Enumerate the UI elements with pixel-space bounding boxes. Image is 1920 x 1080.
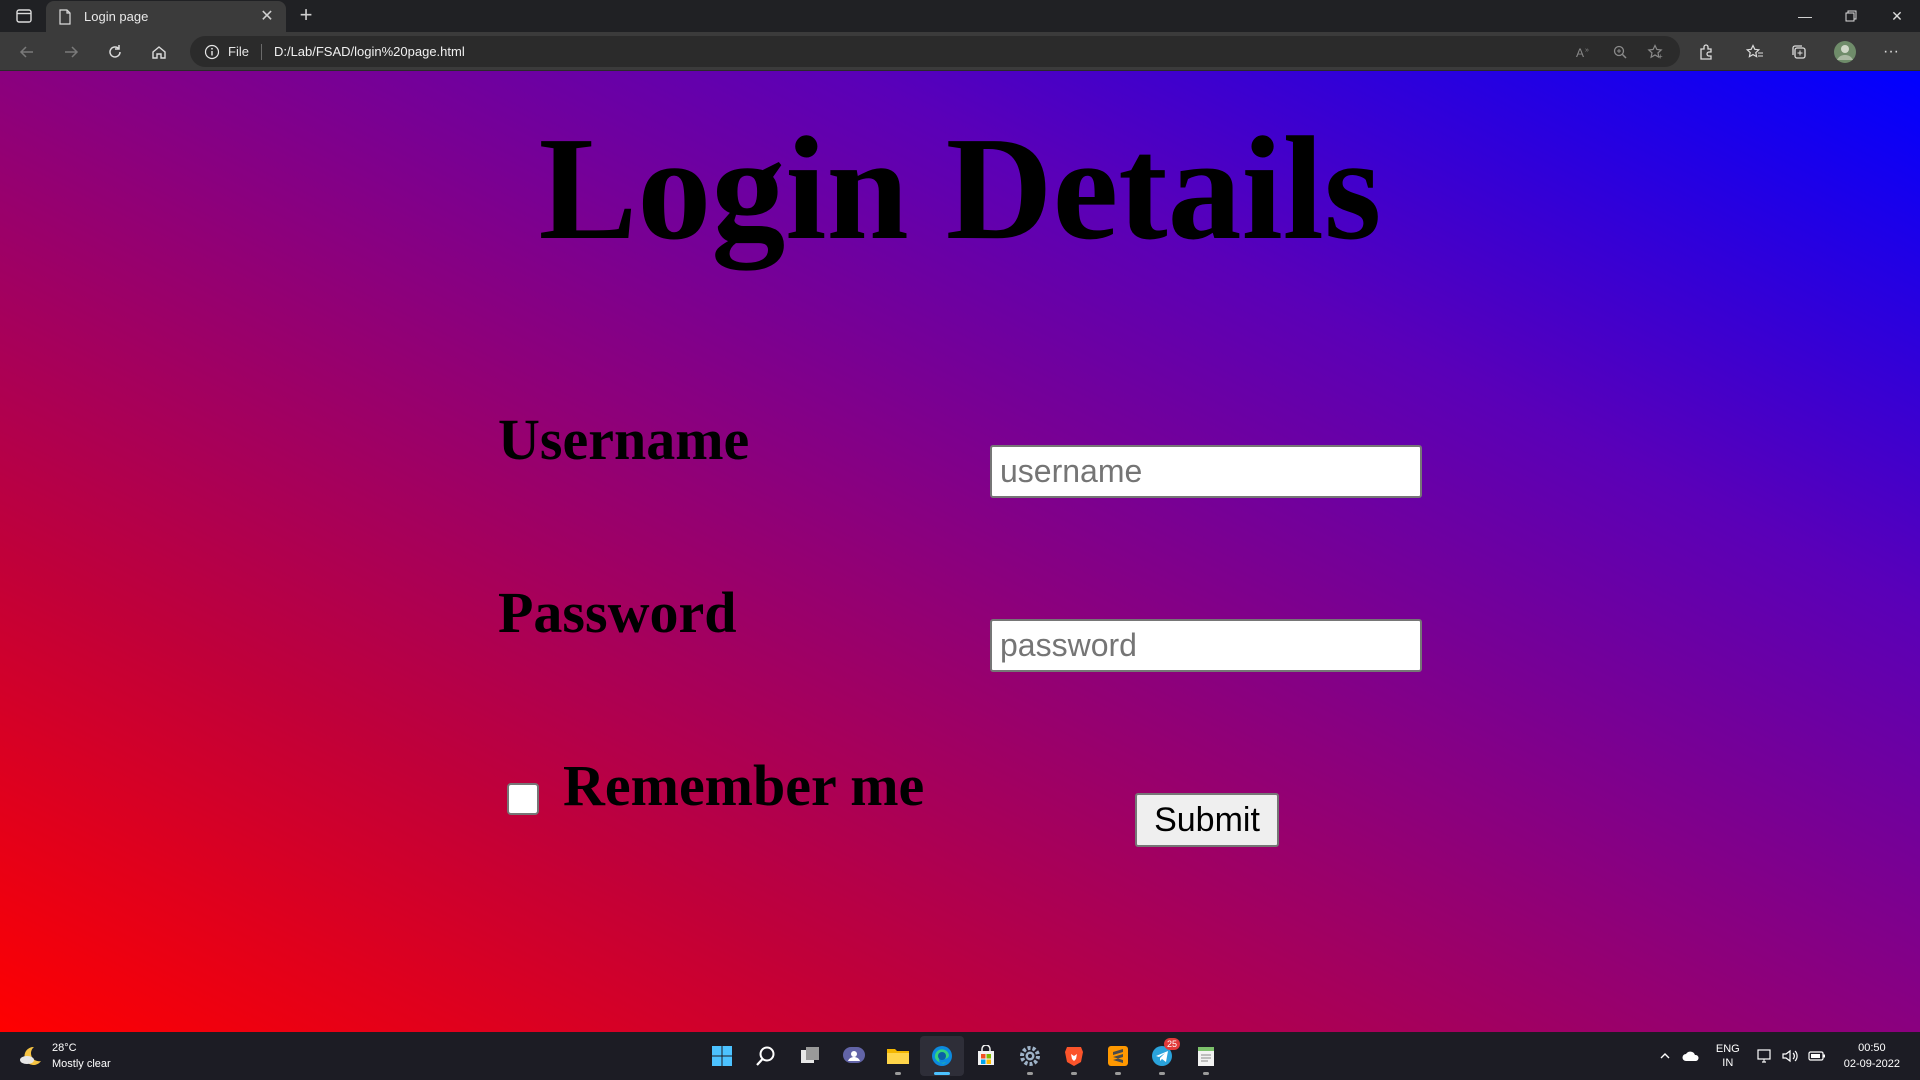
tab-actions-icon[interactable]: [10, 6, 38, 26]
notepad-icon[interactable]: [1184, 1036, 1228, 1076]
home-icon[interactable]: [146, 39, 172, 65]
page-viewport: Login Details Username Password Remember…: [0, 71, 1920, 1032]
language-indicator[interactable]: ENG IN: [1716, 1042, 1740, 1070]
read-aloud-icon[interactable]: A»: [1570, 36, 1598, 67]
browser-titlebar: Login page ✕ + — ✕: [0, 0, 1920, 32]
username-label: Username: [498, 407, 750, 472]
new-tab-icon[interactable]: +: [294, 4, 318, 28]
telegram-badge: 25: [1163, 1038, 1180, 1050]
zoom-icon[interactable]: [1606, 36, 1634, 67]
running-indicator: [1159, 1072, 1165, 1075]
volume-icon[interactable]: [1780, 1045, 1802, 1067]
onedrive-cloud-icon[interactable]: [1680, 1045, 1702, 1067]
browser-toolbar: File D:/Lab/FSAD/login%20page.html A» + …: [0, 32, 1920, 71]
search-icon[interactable]: [744, 1036, 788, 1076]
clock-time: 00:50: [1858, 1042, 1886, 1054]
running-indicator: [1203, 1072, 1209, 1075]
running-indicator: [1027, 1072, 1033, 1075]
svg-text:A: A: [1576, 46, 1584, 59]
close-window-icon[interactable]: ✕: [1874, 0, 1920, 32]
language-primary: ENG: [1715, 1043, 1740, 1055]
submit-button[interactable]: Submit: [1135, 793, 1279, 847]
weather-description: Mostly clear: [52, 1058, 111, 1070]
refresh-icon[interactable]: [102, 39, 128, 65]
close-tab-icon[interactable]: ✕: [258, 8, 276, 26]
running-indicator: [1115, 1072, 1121, 1075]
password-input[interactable]: [990, 619, 1422, 672]
collections-icon[interactable]: [1786, 39, 1812, 65]
address-separator: [260, 43, 262, 60]
clock-date: 02-09-2022: [1843, 1058, 1900, 1070]
clock[interactable]: 00:50 02-09-2022: [1844, 1040, 1900, 1072]
chat-icon[interactable]: [832, 1036, 876, 1076]
brave-icon[interactable]: [1052, 1036, 1096, 1076]
address-bar[interactable]: File D:/Lab/FSAD/login%20page.html A» +: [190, 36, 1680, 67]
settings-gear-icon[interactable]: [1008, 1036, 1052, 1076]
forward-icon[interactable]: [58, 39, 84, 65]
svg-text:+: +: [1658, 52, 1663, 60]
active-indicator: [934, 1072, 950, 1075]
remember-me-label: Remember me: [563, 753, 925, 818]
edge-icon[interactable]: [920, 1036, 964, 1076]
page-title: Login Details: [538, 107, 1382, 271]
windows-taskbar: 28°C Mostly clear 25 ENG IN 00:50 02-09-…: [0, 1032, 1920, 1080]
password-label: Password: [498, 580, 737, 645]
address-scheme-label: File: [228, 44, 249, 59]
tab-login-page[interactable]: Login page ✕: [46, 1, 286, 32]
document-icon: [59, 8, 71, 25]
tab-title: Login page: [84, 9, 149, 24]
taskbar-apps: 25: [700, 1036, 1228, 1076]
minimize-icon[interactable]: —: [1782, 0, 1828, 32]
telegram-icon[interactable]: 25: [1140, 1036, 1184, 1076]
more-options-icon[interactable]: ···: [1878, 39, 1904, 65]
start-icon[interactable]: [700, 1036, 744, 1076]
task-view-icon[interactable]: [788, 1036, 832, 1076]
running-indicator: [1071, 1072, 1077, 1075]
weather-widget[interactable]: 28°C Mostly clear: [18, 1040, 111, 1072]
store-icon[interactable]: [964, 1036, 1008, 1076]
sublime-text-icon[interactable]: [1096, 1036, 1140, 1076]
address-url[interactable]: D:/Lab/FSAD/login%20page.html: [274, 44, 465, 59]
system-tray: ENG IN 00:50 02-09-2022: [1652, 1032, 1920, 1080]
profile-avatar[interactable]: [1832, 39, 1858, 65]
network-icon[interactable]: [1754, 1045, 1776, 1067]
remember-me-checkbox[interactable]: [507, 783, 539, 815]
extensions-icon[interactable]: [1693, 39, 1719, 65]
username-input[interactable]: [990, 445, 1422, 498]
moon-cloud-icon: [20, 1046, 41, 1065]
running-indicator: [895, 1072, 901, 1075]
favorites-icon[interactable]: [1742, 39, 1768, 65]
file-explorer-icon[interactable]: [876, 1036, 920, 1076]
weather-temperature: 28°C: [52, 1042, 77, 1054]
chevron-up-icon[interactable]: [1654, 1045, 1676, 1067]
restore-icon[interactable]: [1828, 0, 1874, 32]
svg-text:»: »: [1585, 47, 1589, 54]
add-favorite-icon[interactable]: +: [1642, 36, 1670, 67]
info-icon[interactable]: [204, 44, 220, 60]
language-secondary: IN: [1722, 1057, 1734, 1069]
battery-icon[interactable]: [1806, 1045, 1828, 1067]
back-icon[interactable]: [14, 39, 40, 65]
